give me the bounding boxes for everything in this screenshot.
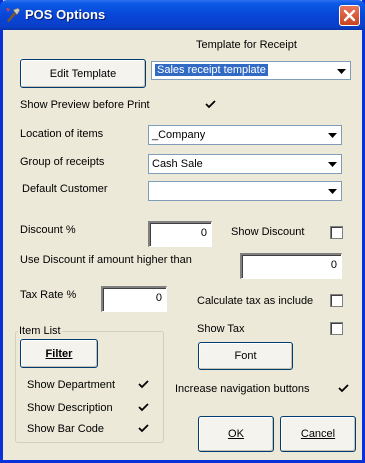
tax-rate-label: Tax Rate % bbox=[20, 289, 77, 301]
customer-label: Default Customer bbox=[22, 183, 108, 195]
item-list-legend: Item List bbox=[18, 325, 62, 337]
font-button[interactable]: Font bbox=[198, 342, 293, 370]
template-select-value: Sales receipt template bbox=[155, 64, 268, 76]
chevron-down-icon[interactable] bbox=[324, 156, 340, 172]
show-discount-label: Show Discount bbox=[231, 226, 305, 238]
discount-label: Discount % bbox=[20, 224, 76, 236]
show-discount-checkbox[interactable] bbox=[330, 226, 343, 239]
cancel-button[interactable]: Cancel bbox=[280, 416, 356, 452]
discount-threshold-label: Use Discount if amount higher than bbox=[20, 254, 192, 266]
ok-button[interactable]: OK bbox=[198, 416, 274, 452]
check-icon bbox=[138, 403, 149, 412]
template-header: Template for Receipt bbox=[196, 39, 297, 51]
check-icon bbox=[138, 380, 149, 389]
chevron-down-icon[interactable] bbox=[324, 127, 340, 143]
show-department-checkbox[interactable] bbox=[137, 378, 150, 391]
location-select[interactable]: _Company bbox=[148, 125, 342, 145]
chevron-down-icon[interactable] bbox=[324, 183, 340, 199]
group-label: Group of receipts bbox=[20, 156, 105, 168]
tax-rate-input[interactable]: 0 bbox=[101, 286, 167, 312]
check-icon bbox=[205, 100, 216, 109]
nav-buttons-checkbox[interactable] bbox=[337, 382, 350, 395]
location-select-value: _Company bbox=[152, 129, 206, 141]
title-bar[interactable]: POS Options bbox=[0, 0, 365, 30]
discount-input[interactable]: 0 bbox=[148, 221, 212, 247]
chevron-down-icon[interactable] bbox=[333, 63, 349, 79]
show-tax-label: Show Tax bbox=[197, 323, 245, 335]
ok-button-label: OK bbox=[228, 428, 244, 440]
show-description-checkbox[interactable] bbox=[137, 401, 150, 414]
nav-buttons-label: Increase navigation buttons bbox=[175, 383, 310, 395]
tax-include-label: Calculate tax as include bbox=[197, 295, 314, 307]
filter-button[interactable]: Filter bbox=[20, 339, 98, 368]
show-barcode-label: Show Bar Code bbox=[27, 423, 105, 435]
show-department-label: Show Department bbox=[27, 379, 116, 391]
group-select[interactable]: Cash Sale bbox=[148, 154, 342, 174]
app-icon bbox=[5, 7, 21, 23]
check-icon bbox=[338, 384, 349, 393]
discount-threshold-input[interactable]: 0 bbox=[240, 253, 342, 279]
close-button[interactable] bbox=[339, 5, 360, 26]
check-icon bbox=[138, 424, 149, 433]
show-barcode-checkbox[interactable] bbox=[137, 422, 150, 435]
show-description-label: Show Description bbox=[27, 402, 113, 414]
preview-label: Show Preview before Print bbox=[20, 99, 150, 111]
preview-checkbox[interactable] bbox=[204, 98, 217, 111]
tax-include-checkbox[interactable] bbox=[330, 294, 343, 307]
customer-select[interactable] bbox=[148, 181, 342, 201]
filter-button-label: Filter bbox=[45, 347, 73, 360]
group-select-value: Cash Sale bbox=[152, 158, 203, 170]
cancel-button-label: Cancel bbox=[300, 428, 336, 440]
location-label: Location of items bbox=[20, 128, 104, 140]
close-icon bbox=[343, 9, 356, 22]
show-tax-checkbox[interactable] bbox=[330, 322, 343, 335]
template-select[interactable]: Sales receipt template bbox=[151, 61, 351, 80]
window-title: POS Options bbox=[25, 7, 106, 22]
edit-template-button[interactable]: Edit Template bbox=[20, 59, 146, 88]
